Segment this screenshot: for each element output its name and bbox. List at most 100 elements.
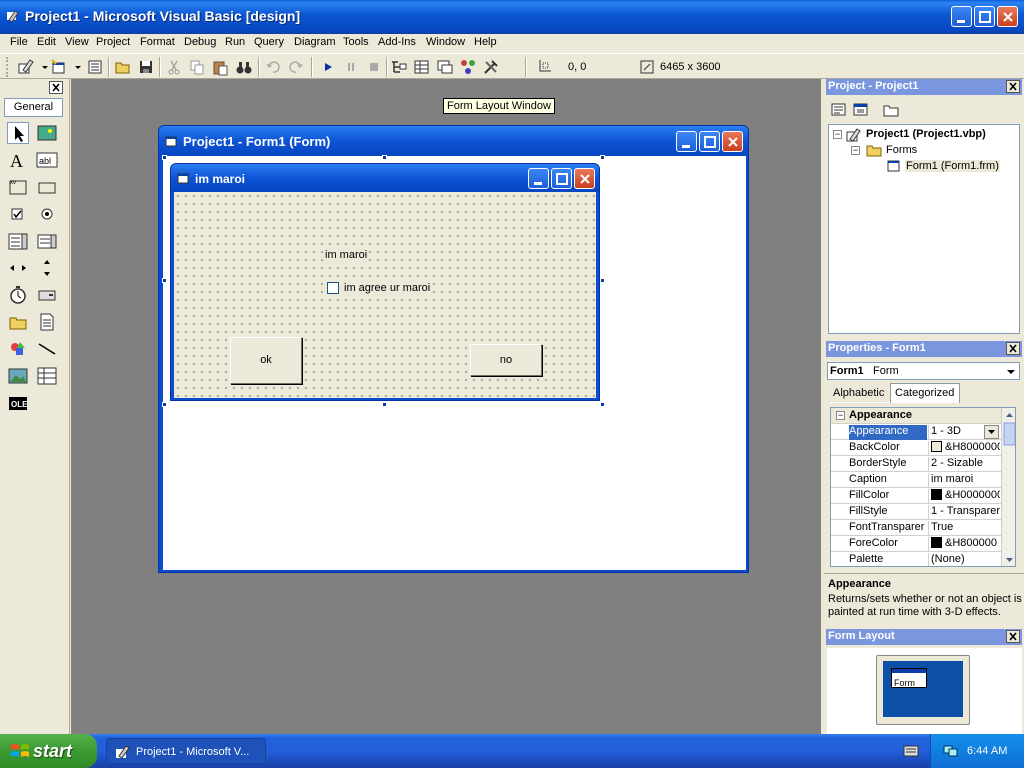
start-button[interactable]: start: [0, 734, 97, 768]
property-row[interactable]: FillStyle 1 - Transparer: [831, 504, 1001, 520]
undo-icon[interactable]: [264, 58, 282, 76]
drivelistbox-tool-icon[interactable]: [36, 284, 58, 306]
find-binoculars-icon[interactable]: [235, 58, 253, 76]
project-explorer-icon[interactable]: [390, 58, 408, 76]
menu-addins[interactable]: Add-Ins: [378, 36, 416, 48]
tree-form1-item[interactable]: Form1 (Form1.frm): [905, 160, 1000, 172]
close-button[interactable]: [997, 6, 1018, 27]
taskbar-item-vb[interactable]: Project1 - Microsoft V...: [106, 738, 266, 764]
tree-forms-folder[interactable]: Forms: [886, 144, 917, 156]
tab-alphabetic[interactable]: Alphabetic: [830, 385, 890, 403]
vb-app-icon[interactable]: [6, 9, 20, 23]
pointer-tool-icon[interactable]: [7, 122, 29, 144]
toolbox-icon[interactable]: [482, 58, 500, 76]
label-tool-icon[interactable]: A: [7, 149, 29, 171]
resize-handle[interactable]: [162, 402, 167, 407]
add-project-icon[interactable]: [17, 58, 35, 76]
resize-handle[interactable]: [162, 278, 167, 283]
properties-scrollbar[interactable]: [1001, 408, 1015, 566]
frame-tool-icon[interactable]: xv: [7, 176, 29, 198]
hscrollbar-tool-icon[interactable]: [7, 257, 29, 279]
dropdown-arrow-icon[interactable]: [69, 58, 81, 76]
maximize-button[interactable]: [974, 6, 995, 27]
designer-minimize-button[interactable]: [676, 131, 697, 152]
toolbox-close-icon[interactable]: [49, 81, 63, 94]
paste-icon[interactable]: [211, 58, 229, 76]
resize-handle[interactable]: [600, 402, 605, 407]
keyboard-tray-icon[interactable]: [903, 745, 919, 760]
property-row[interactable]: Appearance 1 - 3D: [831, 424, 1001, 440]
mini-form-preview[interactable]: Form: [891, 668, 927, 688]
menu-help[interactable]: Help: [474, 36, 497, 48]
property-row[interactable]: ForeColor &H800000: [831, 536, 1001, 552]
tree-collapse-icon[interactable]: −: [833, 130, 842, 139]
tree-collapse-icon[interactable]: −: [851, 146, 860, 155]
menu-edit[interactable]: Edit: [37, 36, 56, 48]
combobox-tool-icon[interactable]: [7, 230, 29, 252]
timer-tool-icon[interactable]: [7, 284, 29, 306]
textbox-tool-icon[interactable]: abl: [36, 149, 58, 171]
picturebox-tool-icon[interactable]: [36, 122, 58, 144]
property-value[interactable]: 1 - Transparer: [928, 505, 1000, 520]
menu-run[interactable]: Run: [225, 36, 245, 48]
form-designer-title-bar[interactable]: Project1 - Form1 (Form): [159, 126, 748, 156]
run-start-icon[interactable]: [319, 58, 337, 76]
ok-button[interactable]: ok: [230, 337, 302, 384]
copy-icon[interactable]: [188, 58, 206, 76]
redo-icon[interactable]: [287, 58, 305, 76]
toolbar-grip[interactable]: [6, 57, 8, 77]
property-value[interactable]: 2 - Sizable: [928, 457, 1000, 472]
form1-window[interactable]: im maroi im maroi im agree ur maroi ok n…: [170, 163, 600, 401]
property-row[interactable]: BackColor &H8000000: [831, 440, 1001, 456]
menu-view[interactable]: View: [65, 36, 89, 48]
toolbox-tab-general[interactable]: General: [4, 98, 63, 117]
no-button[interactable]: no: [470, 344, 542, 376]
property-value[interactable]: im maroi: [928, 473, 1000, 488]
tab-categorized[interactable]: Categorized: [890, 383, 960, 403]
resize-handle[interactable]: [162, 155, 167, 160]
form1-design-surface[interactable]: im maroi im agree ur maroi ok no: [174, 192, 596, 398]
toggle-folders-icon[interactable]: [881, 100, 901, 120]
property-value[interactable]: &H800000: [928, 537, 1000, 552]
resize-handle[interactable]: [382, 155, 387, 160]
minimize-button[interactable]: [951, 6, 972, 27]
add-form-icon[interactable]: [50, 58, 68, 76]
properties-window-icon[interactable]: [413, 58, 431, 76]
network-tray-icon[interactable]: [943, 744, 959, 761]
project-explorer-close-icon[interactable]: [1006, 80, 1020, 93]
dropdown-arrow-icon[interactable]: [36, 58, 48, 76]
ole-tool-icon[interactable]: OLE: [7, 392, 29, 414]
vscrollbar-tool-icon[interactable]: [36, 257, 58, 279]
object-browser-icon[interactable]: [459, 58, 477, 76]
property-value[interactable]: True: [928, 521, 1000, 536]
menu-file[interactable]: File: [10, 36, 28, 48]
resize-handle[interactable]: [600, 278, 605, 283]
chevron-down-icon[interactable]: [984, 425, 999, 439]
open-folder-icon[interactable]: [114, 58, 132, 76]
image-tool-icon[interactable]: [7, 365, 29, 387]
filelistbox-tool-icon[interactable]: [36, 311, 58, 333]
designer-maximize-button[interactable]: [699, 131, 720, 152]
property-row[interactable]: FillColor &H0000000: [831, 488, 1001, 504]
cut-icon[interactable]: [165, 58, 183, 76]
form1-title-bar[interactable]: im maroi: [171, 164, 599, 192]
tree-project-root[interactable]: Project1 (Project1.vbp): [866, 128, 986, 140]
checkbox1-box[interactable]: [327, 282, 339, 294]
checkbox-tool-icon[interactable]: [7, 203, 29, 225]
menu-tools[interactable]: Tools: [343, 36, 369, 48]
menu-debug[interactable]: Debug: [184, 36, 216, 48]
data-tool-icon[interactable]: [36, 365, 58, 387]
form-layout-close-icon[interactable]: [1006, 630, 1020, 643]
menu-diagram[interactable]: Diagram: [294, 36, 336, 48]
view-object-icon[interactable]: [851, 100, 871, 120]
clock[interactable]: 6:44 AM: [967, 745, 1007, 757]
resize-handle[interactable]: [382, 402, 387, 407]
pause-icon[interactable]: [342, 58, 360, 76]
save-icon[interactable]: [137, 58, 155, 76]
chevron-down-icon[interactable]: [1004, 364, 1018, 378]
menu-editor-icon[interactable]: [86, 58, 104, 76]
property-value[interactable]: &H8000000: [928, 441, 1000, 456]
property-value[interactable]: &H0000000: [928, 489, 1000, 504]
dirlistbox-tool-icon[interactable]: [7, 311, 29, 333]
commandbutton-tool-icon[interactable]: [36, 176, 58, 198]
